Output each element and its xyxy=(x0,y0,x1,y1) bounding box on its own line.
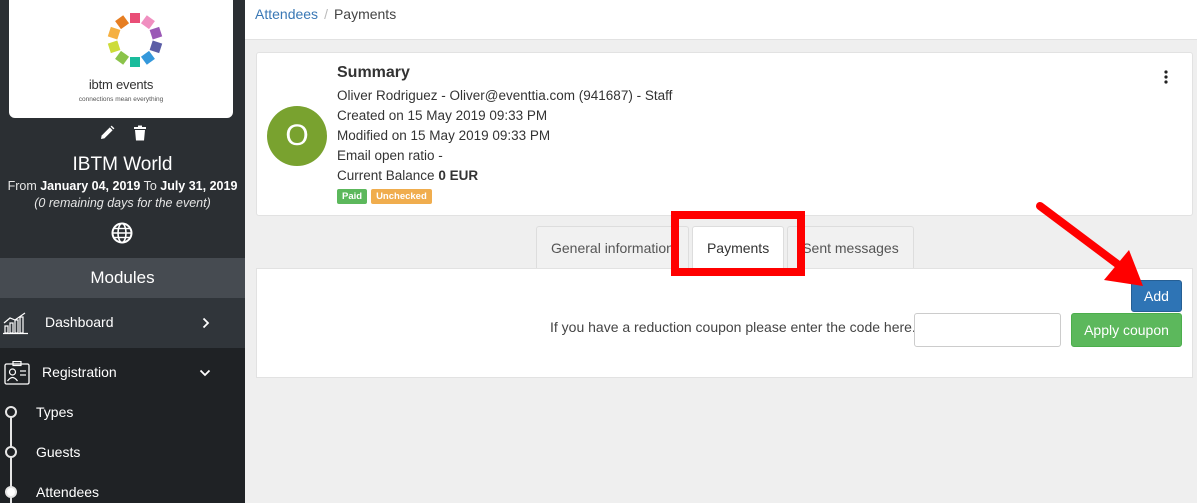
created-date: Created on 15 May 2019 09:33 PM xyxy=(337,108,548,123)
tab-general-information[interactable]: General information xyxy=(536,226,689,269)
sidebar-subitem-guests[interactable]: Guests xyxy=(36,444,80,460)
modules-header: Modules xyxy=(0,258,245,298)
coupon-code-input[interactable] xyxy=(914,313,1061,347)
summary-card: O Summary Oliver Rodriguez - Oliver@even… xyxy=(256,52,1193,216)
event-logo: ibtm events connections mean everything xyxy=(9,0,233,118)
modified-date: Modified on 15 May 2019 09:33 PM xyxy=(337,128,551,143)
logo-brand-text: ibtm events xyxy=(88,77,154,92)
sidebar-subitem-attendees[interactable]: Attendees xyxy=(36,484,99,500)
subtree-dot xyxy=(5,446,17,458)
apply-coupon-button[interactable]: Apply coupon xyxy=(1071,313,1182,347)
event-title: IBTM World xyxy=(72,154,173,175)
chart-icon xyxy=(3,312,28,335)
balance-label: Current Balance xyxy=(337,168,435,183)
globe-icon[interactable] xyxy=(111,222,133,244)
from-label: From xyxy=(7,179,37,193)
sidebar-item-label: Dashboard xyxy=(45,314,114,330)
subtree-dot-active xyxy=(5,486,17,498)
id-card-icon xyxy=(4,361,30,385)
current-balance: Current Balance 0 EUR xyxy=(337,168,478,183)
breadcrumb: Attendees / Payments xyxy=(245,0,1197,40)
logo-tagline: connections mean everything xyxy=(78,96,164,103)
trash-icon[interactable] xyxy=(133,125,147,141)
logo-flower-icon xyxy=(107,13,163,67)
event-tools xyxy=(0,125,245,141)
breadcrumb-current: Payments xyxy=(333,6,397,22)
attendee-identity: Oliver Rodriguez - Oliver@eventtia.com (… xyxy=(337,88,673,103)
email-open-ratio: Email open ratio - xyxy=(337,148,443,163)
tab-sent-messages[interactable]: Sent messages xyxy=(787,226,914,269)
sidebar-item-dashboard[interactable]: Dashboard xyxy=(0,298,245,348)
annotation-arrow-icon xyxy=(1036,202,1143,286)
coupon-prompt: If you have a reduction coupon please en… xyxy=(550,319,916,335)
to-label: To xyxy=(143,179,157,193)
sidebar-item-registration[interactable]: Registration xyxy=(0,348,245,503)
to-date: July 31, 2019 xyxy=(160,179,238,193)
balance-value: 0 EUR xyxy=(438,168,479,183)
annotation-highlight-box xyxy=(671,211,805,276)
subtree-dot xyxy=(5,406,17,418)
breadcrumb-link-attendees[interactable]: Attendees xyxy=(255,6,318,22)
kebab-menu-icon[interactable] xyxy=(1164,70,1168,84)
sidebar-subitem-types[interactable]: Types xyxy=(36,404,73,420)
from-date: January 04, 2019 xyxy=(40,179,141,193)
remaining-days: (0 remaining days for the event) xyxy=(34,196,211,210)
summary-title: Summary xyxy=(337,64,410,81)
sidebar: ibtm events connections mean everything … xyxy=(0,0,245,503)
event-dates: From January 04, 2019 To July 31, 2019 (… xyxy=(0,178,245,212)
status-badges: Paid Unchecked xyxy=(337,189,432,204)
sidebar-item-label: Registration xyxy=(42,364,117,380)
status-badge-paid: Paid xyxy=(337,189,368,204)
chevron-down-icon xyxy=(199,369,211,377)
pencil-icon[interactable] xyxy=(99,125,115,141)
avatar: O xyxy=(267,106,327,166)
status-badge-unchecked: Unchecked xyxy=(371,189,432,204)
breadcrumb-separator: / xyxy=(324,6,328,22)
chevron-right-icon xyxy=(202,317,210,329)
